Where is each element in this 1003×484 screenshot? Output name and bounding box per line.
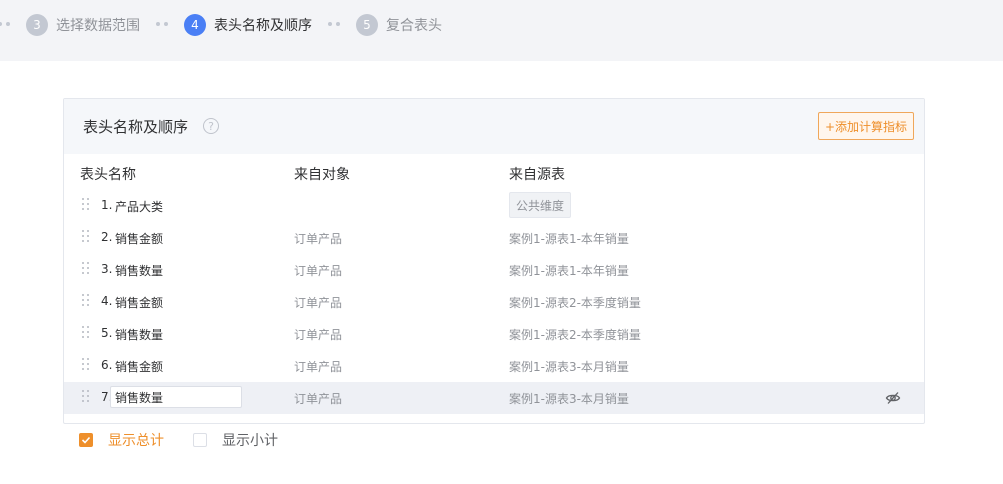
row-object: 订单产品 bbox=[294, 328, 343, 342]
row-header-name[interactable]: 销售数量 bbox=[115, 262, 163, 279]
table-row: 3. 销售数量 订单产品 案例1-源表1-本年销量 bbox=[64, 254, 924, 286]
card-header: 表头名称及顺序 ? +添加计算指标 bbox=[64, 99, 924, 154]
header-name-input[interactable] bbox=[110, 386, 242, 408]
step-number: 4 bbox=[184, 14, 206, 36]
step-number: 3 bbox=[26, 14, 48, 36]
row-number: 2. bbox=[101, 230, 113, 244]
step-bar: 3 选择数据范围 4 表头名称及顺序 5 复合表头 bbox=[0, 0, 1003, 61]
step-4[interactable]: 4 表头名称及顺序 bbox=[184, 14, 312, 36]
drag-handle-icon[interactable] bbox=[82, 358, 90, 372]
step-number: 5 bbox=[356, 14, 378, 36]
show-total-checkbox[interactable]: 显示总计 bbox=[79, 431, 164, 449]
card-title: 表头名称及顺序 bbox=[83, 118, 189, 136]
step-label: 复合表头 bbox=[386, 18, 442, 34]
row-number: 6. bbox=[101, 358, 113, 372]
step-connector bbox=[0, 22, 10, 26]
row-number: 1. bbox=[101, 198, 113, 212]
column-header-source: 来自源表 bbox=[509, 167, 565, 183]
table-row: 6. 销售金额 订单产品 案例1-源表3-本月销量 bbox=[64, 350, 924, 382]
drag-handle-icon[interactable] bbox=[82, 326, 90, 340]
row-header-name[interactable]: 产品大类 bbox=[115, 198, 163, 215]
column-header-name: 表头名称 bbox=[80, 167, 136, 183]
step-connector bbox=[328, 22, 340, 26]
row-number: 3. bbox=[101, 262, 113, 276]
drag-handle-icon[interactable] bbox=[82, 390, 90, 404]
step-label: 表头名称及顺序 bbox=[214, 18, 312, 34]
row-object: 订单产品 bbox=[294, 264, 343, 278]
row-header-name[interactable]: 销售数量 bbox=[115, 326, 163, 343]
drag-handle-icon[interactable] bbox=[82, 294, 90, 308]
step-5[interactable]: 5 复合表头 bbox=[356, 14, 442, 36]
row-object: 订单产品 bbox=[294, 232, 343, 246]
row-header-name[interactable]: 销售金额 bbox=[115, 294, 163, 311]
question-circle-icon[interactable]: ? bbox=[203, 118, 219, 134]
row-header-name[interactable]: 销售金额 bbox=[115, 230, 163, 247]
row-number: 4. bbox=[101, 294, 113, 308]
row-source: 案例1-源表3-本月销量 bbox=[509, 360, 629, 374]
row-number: 5. bbox=[101, 326, 113, 340]
table-row: 4. 销售金额 订单产品 案例1-源表2-本季度销量 bbox=[64, 286, 924, 318]
drag-handle-icon[interactable] bbox=[82, 198, 90, 212]
table-row: 1. 产品大类 公共维度 bbox=[64, 190, 924, 222]
checkbox-checked-icon[interactable] bbox=[79, 433, 93, 447]
row-source: 案例1-源表2-本季度销量 bbox=[509, 328, 641, 342]
source-tag: 公共维度 bbox=[509, 192, 572, 218]
table-row-active: 7. 订单产品 案例1-源表3-本月销量 bbox=[64, 382, 924, 414]
drag-handle-icon[interactable] bbox=[82, 262, 90, 276]
table-row: 5. 销售数量 订单产品 案例1-源表2-本季度销量 bbox=[64, 318, 924, 350]
step-3[interactable]: 3 选择数据范围 bbox=[26, 14, 140, 36]
row-object: 订单产品 bbox=[294, 360, 343, 374]
checkbox-unchecked-icon[interactable] bbox=[193, 433, 207, 447]
row-object: 订单产品 bbox=[294, 296, 343, 310]
eye-hidden-icon[interactable] bbox=[885, 390, 901, 406]
show-subtotal-label: 显示小计 bbox=[222, 433, 278, 449]
drag-handle-icon[interactable] bbox=[82, 230, 90, 244]
add-calculated-metric-button[interactable]: +添加计算指标 bbox=[818, 112, 914, 140]
show-total-label: 显示总计 bbox=[108, 433, 164, 449]
row-source: 案例1-源表2-本季度销量 bbox=[509, 296, 641, 310]
row-source: 案例1-源表1-本年销量 bbox=[509, 264, 629, 278]
row-source: 案例1-源表1-本年销量 bbox=[509, 232, 629, 246]
show-subtotal-checkbox[interactable]: 显示小计 bbox=[193, 431, 278, 449]
row-source: 案例1-源表3-本月销量 bbox=[509, 392, 629, 406]
column-header-object: 来自对象 bbox=[294, 167, 350, 183]
step-label: 选择数据范围 bbox=[56, 18, 140, 34]
row-header-name[interactable]: 销售金额 bbox=[115, 358, 163, 375]
row-object: 订单产品 bbox=[294, 392, 343, 406]
table-row: 2. 销售金额 订单产品 案例1-源表1-本年销量 bbox=[64, 222, 924, 254]
header-order-card: 表头名称及顺序 ? +添加计算指标 表头名称 来自对象 来自源表 1. 产品大类… bbox=[63, 98, 925, 424]
step-connector bbox=[156, 22, 168, 26]
